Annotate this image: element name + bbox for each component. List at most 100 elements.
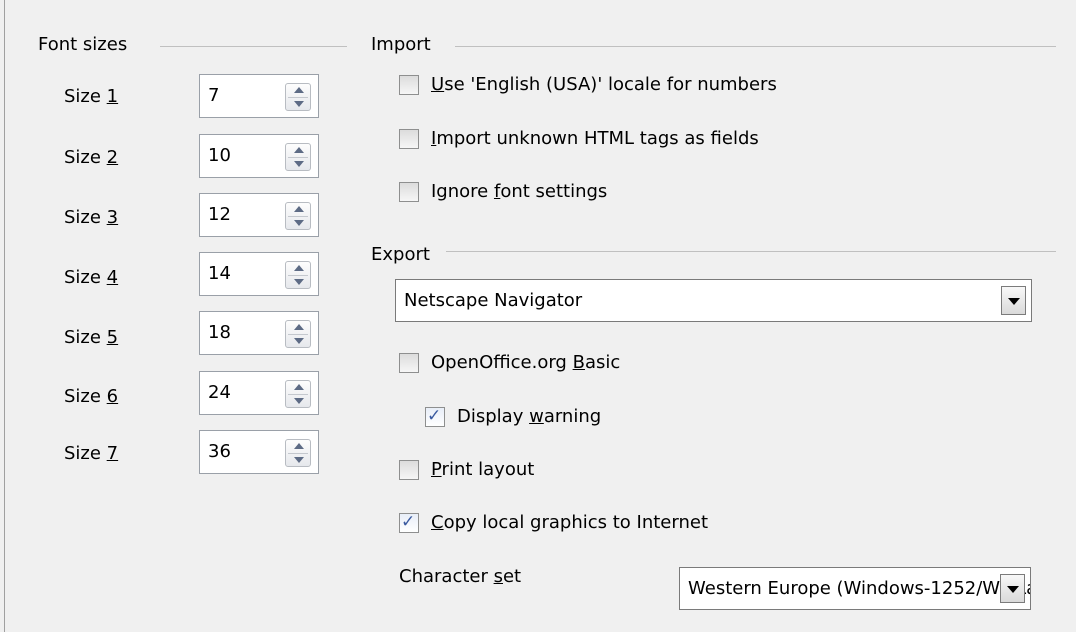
print-layout-checkbox[interactable] — [399, 459, 419, 480]
down-arrow-icon[interactable] — [294, 101, 304, 107]
size-3-value[interactable]: 12 — [208, 204, 231, 225]
charset-label-pre: Character — [399, 566, 494, 587]
browser-select-value: Netscape Navigator — [404, 290, 583, 311]
down-arrow-icon[interactable] — [294, 457, 304, 463]
export-title: Export — [371, 244, 430, 265]
size-6-stepper[interactable] — [285, 380, 311, 408]
english-locale-label: Use 'English (USA)' locale for numbers — [431, 74, 777, 95]
size-1-value[interactable]: 7 — [208, 85, 219, 106]
size-2-spinbox[interactable]: 10 — [199, 134, 319, 178]
charset-label: Character set — [399, 566, 521, 587]
copy-graphics-label-key: C — [431, 512, 444, 533]
up-arrow-icon[interactable] — [294, 384, 304, 390]
size-7-value[interactable]: 36 — [208, 441, 231, 462]
size-2-stepper[interactable] — [285, 143, 311, 171]
page-left-border — [4, 0, 5, 632]
charset-select-value: Western Europe (Windows-1252/WinLatin 1) — [688, 578, 1030, 599]
down-arrow-icon[interactable] — [294, 338, 304, 344]
charset-label-post: et — [502, 566, 522, 587]
size-2-label: Size 2 — [64, 147, 118, 168]
size-1-spinbox[interactable]: 7 — [199, 74, 319, 118]
size-4-stepper[interactable] — [285, 261, 311, 289]
unknown-tags-label-post: mport unknown HTML tags as fields — [436, 128, 759, 149]
size-2-label-key: 2 — [106, 147, 119, 168]
size-6-label-key: 6 — [106, 386, 119, 407]
ignore-font-checkbox[interactable] — [399, 181, 419, 202]
size-5-label: Size 5 — [64, 327, 118, 348]
up-arrow-icon[interactable] — [294, 443, 304, 449]
export-option-copy-graphics[interactable]: ✓ Copy local graphics to Internet — [399, 512, 708, 533]
charset-select[interactable]: Western Europe (Windows-1252/WinLatin 1) — [679, 567, 1031, 610]
up-arrow-icon[interactable] — [294, 206, 304, 212]
size-7-label: Size 7 — [64, 443, 118, 464]
down-arrow-icon[interactable] — [294, 220, 304, 226]
size-1-stepper[interactable] — [285, 83, 311, 111]
display-warning-label-post: arning — [543, 406, 602, 427]
basic-label-post: asic — [584, 352, 621, 373]
import-rule — [455, 46, 1056, 47]
chevron-down-icon[interactable] — [1001, 286, 1026, 315]
english-locale-checkbox[interactable] — [399, 74, 419, 95]
basic-label-key: B — [572, 352, 585, 373]
up-arrow-icon[interactable] — [294, 87, 304, 93]
ignore-font-label-post: ont settings — [500, 181, 608, 202]
unknown-tags-checkbox[interactable] — [399, 128, 419, 149]
font-sizes-title: Font sizes — [38, 34, 128, 55]
up-arrow-icon[interactable] — [294, 147, 304, 153]
display-warning-checkbox[interactable]: ✓ — [425, 405, 445, 427]
print-layout-label-post: rint layout — [441, 459, 535, 480]
export-option-print-layout[interactable]: Print layout — [399, 459, 534, 480]
basic-checkbox[interactable] — [399, 352, 419, 373]
size-3-label-key: 3 — [106, 207, 119, 228]
size-1-label: Size 1 — [64, 86, 118, 107]
size-6-label: Size 6 — [64, 386, 118, 407]
down-arrow-icon[interactable] — [294, 398, 304, 404]
size-4-spinbox[interactable]: 14 — [199, 252, 319, 296]
export-option-display-warning[interactable]: ✓ Display warning — [425, 406, 601, 427]
unknown-tags-label: Import unknown HTML tags as fields — [431, 128, 759, 149]
size-4-label-prefix: Size — [64, 267, 107, 288]
size-1-label-key: 1 — [106, 86, 119, 107]
browser-select[interactable]: Netscape Navigator — [395, 279, 1032, 322]
size-3-label: Size 3 — [64, 207, 118, 228]
size-7-stepper[interactable] — [285, 439, 311, 467]
import-option-english-locale[interactable]: Use 'English (USA)' locale for numbers — [399, 74, 777, 95]
up-arrow-icon[interactable] — [294, 265, 304, 271]
basic-label-pre: OpenOffice.org — [431, 352, 573, 373]
ignore-font-label-pre: Ignore — [431, 181, 494, 202]
size-6-spinbox[interactable]: 24 — [199, 371, 319, 415]
copy-graphics-checkbox[interactable]: ✓ — [399, 511, 419, 533]
size-5-label-key: 5 — [106, 327, 119, 348]
size-5-spinbox[interactable]: 18 — [199, 311, 319, 355]
up-arrow-icon[interactable] — [294, 324, 304, 330]
down-arrow-icon[interactable] — [294, 279, 304, 285]
size-4-value[interactable]: 14 — [208, 263, 231, 284]
down-arrow-icon[interactable] — [294, 161, 304, 167]
english-locale-label-post: se 'English (USA)' locale for numbers — [444, 74, 777, 95]
import-option-unknown-tags[interactable]: Import unknown HTML tags as fields — [399, 128, 759, 149]
checkmark-icon: ✓ — [401, 511, 416, 532]
size-5-value[interactable]: 18 — [208, 322, 231, 343]
size-2-label-prefix: Size — [64, 147, 107, 168]
import-option-ignore-font[interactable]: Ignore font settings — [399, 181, 607, 202]
ignore-font-label: Ignore font settings — [431, 181, 607, 202]
size-6-label-prefix: Size — [64, 386, 107, 407]
copy-graphics-label: Copy local graphics to Internet — [431, 512, 708, 533]
size-5-stepper[interactable] — [285, 320, 311, 348]
export-option-basic[interactable]: OpenOffice.org Basic — [399, 352, 620, 373]
copy-graphics-label-post: opy local graphics to Internet — [443, 512, 709, 533]
display-warning-label: Display warning — [457, 406, 601, 427]
chevron-down-icon[interactable] — [1000, 574, 1025, 603]
size-7-spinbox[interactable]: 36 — [199, 430, 319, 474]
size-7-label-key: 7 — [106, 443, 119, 464]
checkmark-icon: ✓ — [427, 405, 442, 426]
size-3-spinbox[interactable]: 12 — [199, 193, 319, 237]
font-sizes-rule — [160, 46, 347, 47]
size-4-label: Size 4 — [64, 267, 118, 288]
size-3-label-prefix: Size — [64, 207, 107, 228]
size-2-value[interactable]: 10 — [208, 145, 231, 166]
size-6-value[interactable]: 24 — [208, 382, 231, 403]
print-layout-label-key: P — [431, 459, 442, 480]
size-3-stepper[interactable] — [285, 202, 311, 230]
size-5-label-prefix: Size — [64, 327, 107, 348]
